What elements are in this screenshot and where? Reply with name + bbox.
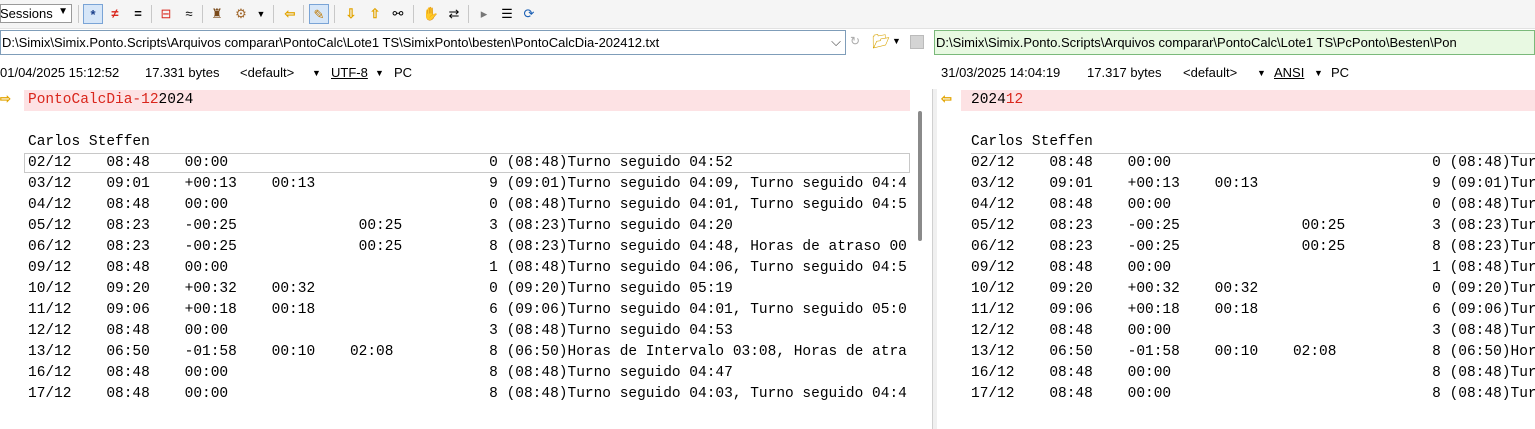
right-title-same: 2024 [971, 92, 1006, 108]
split-lines-icon[interactable]: ⊟ [156, 4, 176, 24]
left-table-row: 11/12 09:06 +00:18 00:18 6 (09:06)Turno … [28, 302, 907, 318]
left-table-row: 02/12 08:48 00:00 0 (08:48)Turno seguido… [28, 155, 733, 171]
toolbar-separator [202, 5, 203, 23]
left-title-same: 2024 [158, 92, 194, 108]
sessions-dropdown[interactable]: Sessions ▼ [0, 4, 72, 23]
equal-icon[interactable]: = [128, 4, 148, 24]
prev-diff-up-icon[interactable]: ⇧ [365, 4, 385, 24]
right-size: 17.317 bytes [1087, 65, 1162, 80]
left-title-line: PontoCalcDia-122024 [28, 90, 193, 111]
toolbar-separator [468, 5, 469, 23]
left-table-row: 12/12 08:48 00:00 3 (08:48)Turno seguido… [28, 323, 733, 339]
toolbar-separator [151, 5, 152, 23]
left-table-row: 17/12 08:48 00:00 8 (08:48)Turno seguido… [28, 386, 907, 402]
asterisk-icon[interactable]: * [83, 4, 103, 24]
rules-icon[interactable]: ⚙ [231, 4, 251, 24]
left-path-text: D:\Simix\Simix.Ponto.Scripts\Arquivos co… [2, 35, 660, 50]
left-format[interactable]: <default> [240, 65, 294, 80]
chevron-down-icon[interactable]: ▼ [312, 68, 321, 78]
right-table-row: 17/12 08:48 00:00 8 (08:48)Turr [971, 386, 1535, 402]
not-equal-icon[interactable]: ≠ [105, 4, 125, 24]
right-table-row: 05/12 08:23 -00:25 00:25 3 (08:23)Turr [971, 218, 1535, 234]
toolbar-separator [273, 5, 274, 23]
right-table-row: 03/12 09:01 +00:13 00:13 9 (09:01)Turr [971, 176, 1535, 192]
chevron-down-icon[interactable]: ▼ [892, 36, 901, 46]
right-timestamp: 31/03/2025 14:04:19 [941, 65, 1061, 80]
toolbar-separator [334, 5, 335, 23]
chevron-down-icon: ▼ [58, 6, 68, 17]
right-table-row: 12/12 08:48 00:00 3 (08:48)Turr [971, 323, 1535, 339]
chevron-down-icon[interactable]: ▼ [375, 68, 384, 78]
current-diff-arrow-icon: ⇨ [0, 91, 11, 106]
chevron-down-icon[interactable]: ▼ [251, 4, 271, 24]
left-table-row: 04/12 08:48 00:00 0 (08:48)Turno seguido… [28, 197, 907, 213]
right-table-row: 16/12 08:48 00:00 8 (08:48)Turr [971, 365, 1535, 381]
user-icon[interactable]: ♜ [207, 4, 227, 24]
right-title-diff: 12 [1005, 92, 1024, 108]
sessions-label: Sessions [0, 6, 53, 21]
left-table-row: 16/12 08:48 00:00 8 (08:48)Turno seguido… [28, 365, 733, 381]
left-editor-pane[interactable]: ⇨ PontoCalcDia-122024 Carlos Steffen 02/… [0, 89, 932, 429]
left-table-row: 13/12 06:50 -01:58 00:10 02:08 8 (06:50)… [28, 344, 907, 360]
left-file-info: 01/04/2025 15:12:52 17.331 bytes <defaul… [0, 64, 930, 84]
left-table-row: 09/12 08:48 00:00 1 (08:48)Turno seguido… [28, 260, 907, 276]
toolbar: Sessions ▼ * ≠ = ⊟ ≈ ♜ ⚙ ▼ ⇦ ✎ ⇩ ⇧ ⚯ ✋ ⇄… [0, 0, 1535, 29]
left-path-input[interactable]: D:\Simix\Simix.Ponto.Scripts\Arquivos co… [0, 30, 846, 55]
left-table-row: 05/12 08:23 -00:25 00:25 3 (08:23)Turno … [28, 218, 733, 234]
left-scrollbar-thumb[interactable] [918, 111, 922, 241]
right-gutter: ⇦ [937, 89, 961, 429]
binoculars-icon[interactable]: ⚯ [388, 4, 408, 24]
left-title-diff: PontoCalcDia-12 [28, 92, 159, 108]
left-encoding[interactable]: UTF-8 [331, 65, 368, 80]
history-icon[interactable]: ↻ [850, 34, 866, 52]
right-path-text: D:\Simix\Simix.Ponto.Scripts\Arquivos co… [936, 35, 1457, 50]
chevron-down-icon[interactable]: ▼ [1257, 68, 1266, 78]
next-diff-down-icon[interactable]: ⇩ [341, 4, 361, 24]
right-lineend: PC [1331, 65, 1350, 80]
toolbar-separator [78, 5, 79, 23]
left-lineend: PC [394, 65, 413, 80]
left-size: 17.331 bytes [145, 65, 220, 80]
chevron-down-icon[interactable]: ▼ [1314, 68, 1323, 78]
right-file-info: 31/03/2025 14:04:19 17.317 bytes <defaul… [941, 64, 1535, 84]
swap-icon[interactable]: ⇄ [444, 4, 464, 24]
right-format[interactable]: <default> [1183, 65, 1237, 80]
folder-open-icon[interactable]: 📂︎ [872, 33, 890, 51]
right-table-row: 04/12 08:48 00:00 0 (08:48)Turr [971, 197, 1535, 213]
refresh-icon[interactable]: ⟳ [519, 4, 539, 24]
right-table-row: 11/12 09:06 +00:18 00:18 6 (09:06)Turr [971, 302, 1535, 318]
right-table-row: 09/12 08:48 00:00 1 (08:48)Turr [971, 260, 1535, 276]
right-table-row: 02/12 08:48 00:00 0 (08:48)Turr [971, 155, 1535, 171]
right-diff-highlight [961, 90, 1535, 111]
left-table-row: 03/12 09:01 +00:13 00:13 9 (09:01)Turno … [28, 176, 907, 192]
left-timestamp: 01/04/2025 15:12:52 [0, 65, 120, 80]
expand-icon[interactable]: ▸ [474, 4, 494, 24]
left-table-row: 10/12 09:20 +00:32 00:32 0 (09:20)Turno … [28, 281, 733, 297]
left-table-row: 06/12 08:23 -00:25 00:25 8 (08:23)Turno … [28, 239, 907, 255]
left-gutter: ⇨ [0, 89, 24, 429]
chevron-down-icon[interactable]: ⌵ [831, 34, 841, 50]
approx-icon[interactable]: ≈ [179, 4, 199, 24]
left-scrollbar[interactable] [916, 89, 923, 429]
current-diff-arrow-icon: ⇦ [941, 91, 952, 106]
left-name-line: Carlos Steffen [28, 134, 150, 150]
right-path-input[interactable]: D:\Simix\Simix.Ponto.Scripts\Arquivos co… [934, 30, 1535, 55]
right-table-row: 13/12 06:50 -01:58 00:10 02:08 8 (06:50)… [971, 344, 1535, 360]
right-table-row: 06/12 08:23 -00:25 00:25 8 (08:23)Turr [971, 239, 1535, 255]
toolbar-separator [303, 5, 304, 23]
toolbar-separator [413, 5, 414, 23]
list-icon[interactable]: ☰ [497, 4, 517, 24]
edit-pencil-icon[interactable]: ✎ [309, 4, 329, 24]
save-icon[interactable] [910, 35, 924, 49]
right-title-line: 202412 [971, 90, 1023, 111]
right-table-row: 10/12 09:20 +00:32 00:32 0 (09:20)Turr [971, 281, 1535, 297]
prev-diff-icon[interactable]: ⇦ [280, 4, 300, 24]
hand-icon[interactable]: ✋ [421, 4, 441, 24]
right-name-line: Carlos Steffen [971, 134, 1093, 150]
right-encoding[interactable]: ANSI [1274, 65, 1304, 80]
right-editor-pane[interactable]: ⇦ 202412 Carlos Steffen 02/12 08:48 00:0… [937, 89, 1535, 429]
